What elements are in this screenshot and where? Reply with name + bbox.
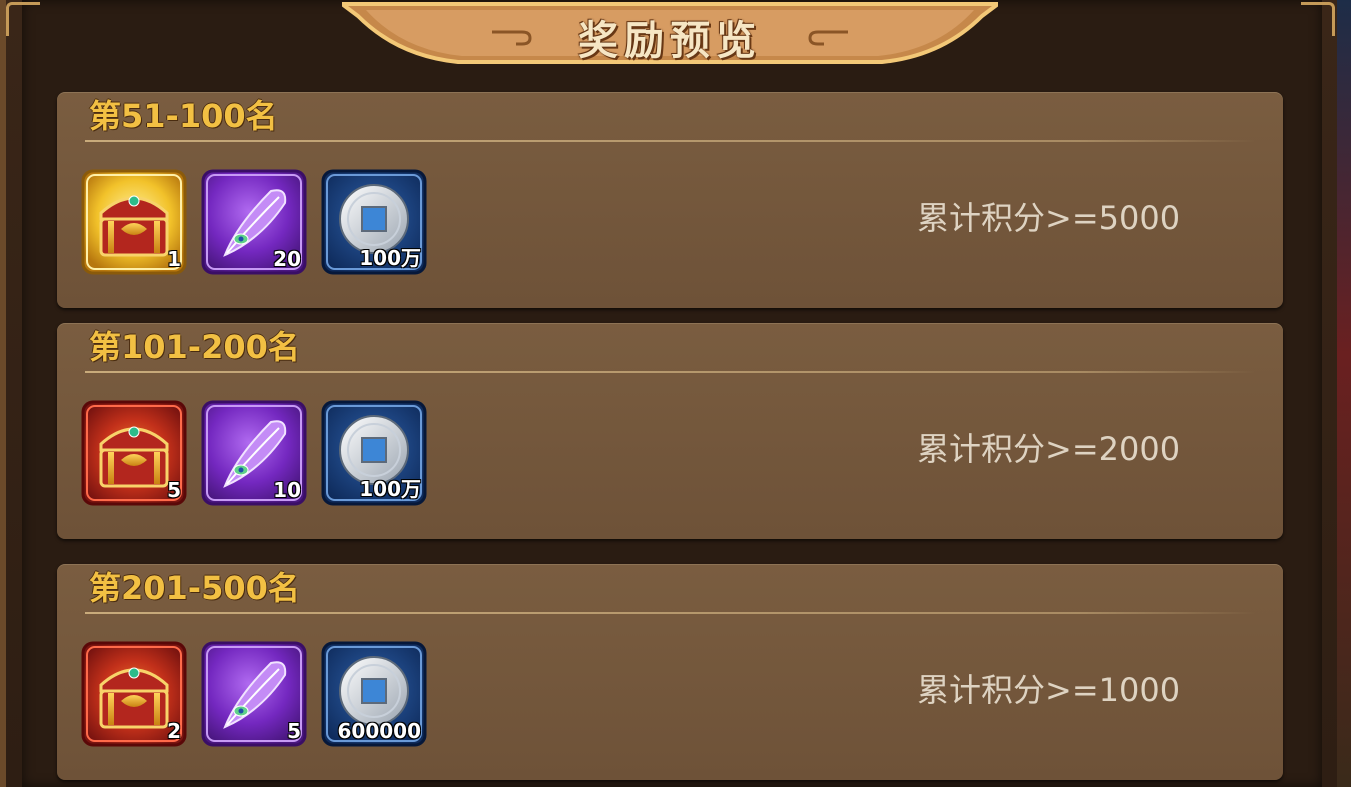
score-requirement: 累计积分>=1000 (917, 671, 1181, 709)
reward-item-coin[interactable]: 100万 (321, 169, 427, 275)
corner-ornament-right (1301, 2, 1335, 36)
reward-item-chest[interactable]: 5 (81, 400, 187, 506)
reward-item-chest[interactable]: 1 (81, 169, 187, 275)
reward-item-chest[interactable]: 2 (81, 641, 187, 747)
score-requirement: 累计积分>=5000 (917, 199, 1181, 237)
reward-item-coin[interactable]: 600000 (321, 641, 427, 747)
reward-tier-2: 第101-200名 5 10 100万 累计积分>=2000 (57, 323, 1283, 539)
reward-item-feather[interactable]: 20 (201, 169, 307, 275)
item-count: 600000 (337, 719, 422, 743)
item-count: 5 (167, 478, 181, 502)
reward-item-feather[interactable]: 5 (201, 641, 307, 747)
item-count: 20 (273, 247, 301, 271)
divider (85, 140, 1255, 142)
page-title: 奖励预览 (578, 18, 762, 64)
divider (85, 612, 1255, 614)
reward-tier-1: 第51-100名 1 20 100万 累计积分>=5000 (57, 92, 1283, 308)
reward-item-coin[interactable]: 100万 (321, 400, 427, 506)
reward-item-feather[interactable]: 10 (201, 400, 307, 506)
item-count: 5 (287, 719, 301, 743)
item-count: 10 (273, 478, 301, 502)
divider (85, 371, 1255, 373)
tier-rank-label: 第201-500名 (89, 569, 300, 607)
corner-ornament-left (6, 2, 40, 36)
item-count: 100万 (359, 477, 421, 501)
item-count: 2 (167, 719, 181, 743)
reward-tier-3: 第201-500名 2 5 600000 累计积分>=1000 (57, 564, 1283, 780)
item-count: 100万 (359, 246, 421, 270)
background-edge (1337, 0, 1351, 787)
title-banner: 奖励预览 (342, 0, 998, 68)
tier-rank-label: 第51-100名 (89, 97, 278, 135)
item-count: 1 (167, 247, 181, 271)
score-requirement: 累计积分>=2000 (917, 430, 1181, 468)
tier-rank-label: 第101-200名 (89, 328, 300, 366)
